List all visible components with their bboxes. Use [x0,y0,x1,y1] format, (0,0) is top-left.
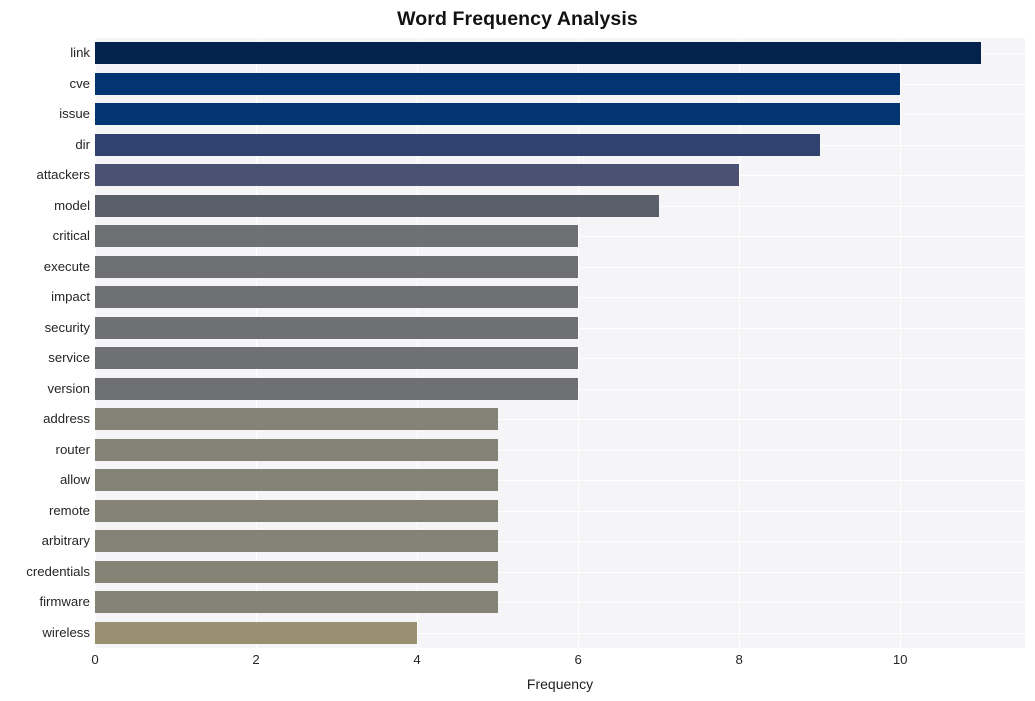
y-tick-label-critical: critical [52,228,90,244]
y-tick-label-version: version [47,380,90,396]
y-tick-label-firmware: firmware [39,594,90,610]
y-tick-label-wireless: wireless [42,624,90,640]
bar-allow [95,469,498,492]
x-tick-label-4: 4 [413,652,421,667]
y-tick-label-link: link [70,45,90,61]
y-tick-label-dir: dir [75,136,90,152]
bar-arbitrary [95,530,498,553]
bar-remote [95,499,498,522]
bar-model [95,194,659,217]
y-tick-label-issue: issue [59,106,90,122]
y-tick-label-model: model [54,197,90,213]
bar-firmware [95,591,498,614]
plot-area [95,38,1025,648]
y-axis-tick-labels: link cve issue dir attackers model critical exe… [0,38,90,648]
bar-critical [95,225,579,248]
y-tick-label-attackers: attackers [36,167,90,183]
bar-impact [95,286,579,309]
y-tick-label-security: security [44,319,90,335]
bar-issue [95,103,901,126]
x-tick-label-10: 10 [892,652,908,667]
bar-address [95,408,498,431]
bar-wireless [95,621,418,644]
x-axis-label: Frequency [526,676,594,692]
y-tick-label-address: address [43,411,90,427]
bar-security [95,316,579,339]
y-tick-label-arbitrary: arbitrary [41,533,90,549]
bar-router [95,438,498,461]
x-tick-label-8: 8 [735,652,743,667]
y-tick-label-credentials: credentials [26,563,90,579]
bar-attackers [95,164,740,187]
y-tick-label-allow: allow [59,472,90,488]
bars-layer [95,38,1025,648]
y-tick-label-execute: execute [43,258,90,274]
y-tick-label-router: router [55,441,90,457]
y-tick-label-impact: impact [51,289,90,305]
bar-credentials [95,560,498,583]
chart-figure: Word Frequency Analysis link cve issue dir a… [0,0,1035,701]
x-tick-label-2: 2 [252,652,260,667]
x-axis-tick-labels: 0 2 4 6 8 10 [91,652,1025,672]
x-tick-label-0: 0 [91,652,99,667]
bar-execute [95,255,579,278]
bar-dir [95,133,820,156]
x-tick-label-6: 6 [574,652,582,667]
bar-version [95,377,579,400]
bar-cve [95,72,901,95]
bar-service [95,347,579,370]
y-tick-label-remote: remote [48,502,90,518]
y-tick-label-service: service [48,350,90,366]
y-tick-label-cve: cve [69,75,90,91]
bar-link [95,42,981,65]
chart-title: Word Frequency Analysis [397,8,638,30]
